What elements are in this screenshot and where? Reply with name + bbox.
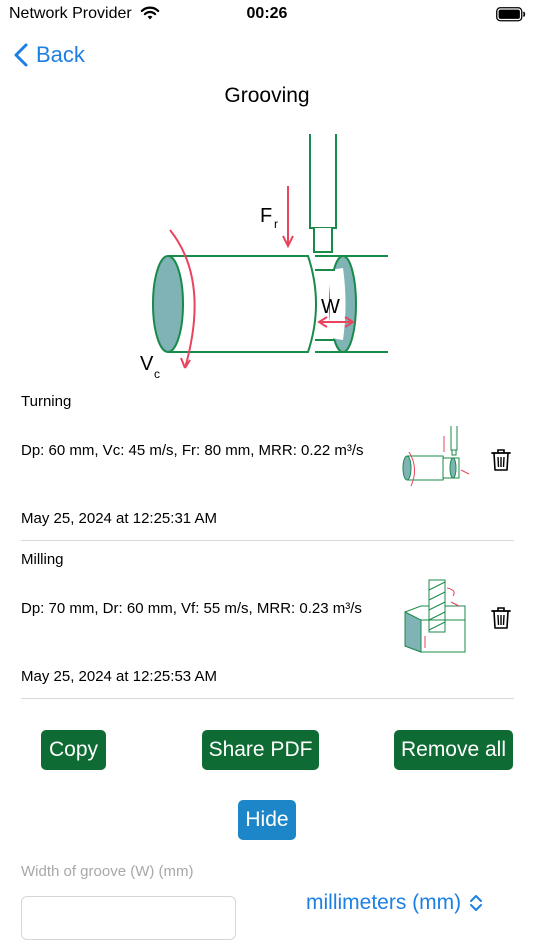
status-bar: Network Provider 00:26 bbox=[0, 0, 534, 30]
list-divider bbox=[21, 540, 514, 541]
grooving-diagram: F r W V c bbox=[140, 134, 388, 381]
force-label: F bbox=[260, 205, 272, 227]
trash-icon bbox=[491, 607, 511, 629]
battery-icon bbox=[496, 7, 526, 22]
history-item-turning: Turning Dp: 60 mm, Vc: 45 m/s, Fr: 80 mm… bbox=[21, 386, 514, 540]
delete-turning-button[interactable] bbox=[490, 448, 512, 477]
page-title: Grooving bbox=[224, 84, 310, 107]
trash-icon bbox=[491, 449, 511, 471]
history-item-values: Dp: 60 mm, Vc: 45 m/s, Fr: 80 mm, MRR: 0… bbox=[21, 442, 364, 459]
clock: 00:26 bbox=[246, 5, 288, 22]
history-item-name: Milling bbox=[21, 551, 64, 568]
chevron-left-icon bbox=[14, 43, 28, 67]
speed-label: V bbox=[140, 353, 154, 375]
history-item-date: May 25, 2024 at 12:25:53 AM bbox=[21, 668, 217, 685]
unit-picker-value: millimeters (mm) bbox=[306, 891, 462, 914]
remove-all-button[interactable]: Remove all bbox=[394, 730, 513, 770]
delete-milling-button[interactable] bbox=[490, 606, 512, 635]
history-item-name: Turning bbox=[21, 393, 72, 410]
chevron-up-down-icon bbox=[470, 895, 483, 911]
milling-thumbnail bbox=[404, 579, 466, 653]
history-item-milling: Milling Dp: 70 mm, Dr: 60 mm, Vf: 55 m/s… bbox=[21, 544, 514, 698]
groove-width-label: Width of groove (W) (mm) bbox=[21, 863, 194, 880]
back-label: Back bbox=[36, 42, 85, 67]
width-label: W bbox=[321, 296, 340, 318]
turning-thumbnail bbox=[402, 426, 470, 487]
back-button[interactable]: Back bbox=[14, 38, 85, 72]
history-item-date: May 25, 2024 at 12:25:31 AM bbox=[21, 510, 217, 527]
groove-width-input[interactable] bbox=[21, 896, 236, 940]
force-subscript: r bbox=[274, 217, 278, 231]
speed-subscript: c bbox=[154, 367, 160, 381]
history-item-values: Dp: 70 mm, Dr: 60 mm, Vf: 55 m/s, MRR: 0… bbox=[21, 600, 362, 617]
share-pdf-button[interactable]: Share PDF bbox=[202, 730, 319, 770]
hide-button[interactable]: Hide bbox=[238, 800, 296, 840]
copy-button[interactable]: Copy bbox=[41, 730, 106, 770]
list-divider bbox=[21, 698, 514, 699]
unit-picker[interactable]: millimeters (mm) bbox=[306, 886, 483, 920]
